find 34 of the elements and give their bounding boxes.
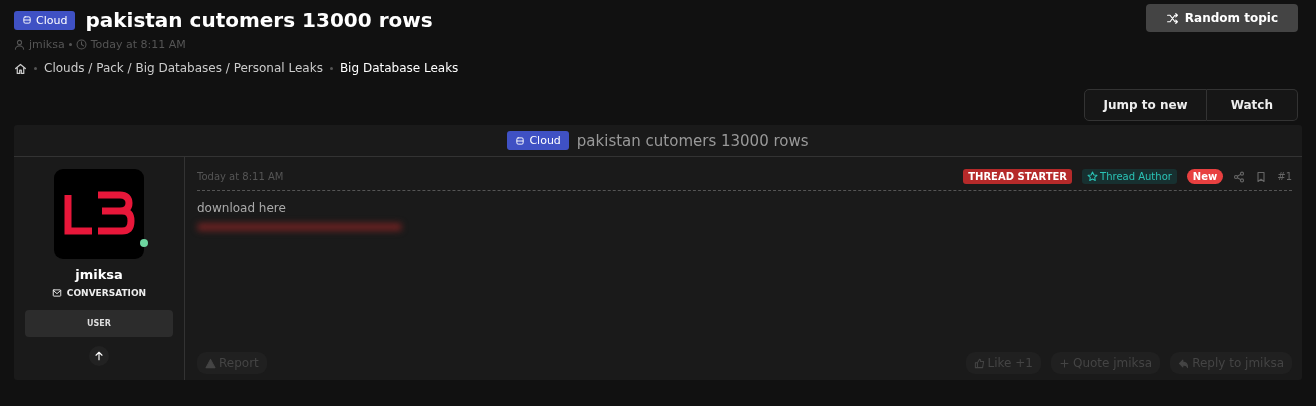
arrow-up-icon — [93, 350, 105, 362]
random-topic-button[interactable]: Random topic — [1145, 4, 1298, 32]
user-badge: THREAD STARTER — [963, 169, 1073, 184]
user-icon — [14, 39, 25, 50]
thread-title: pakistan cutomers 13000 rows — [576, 131, 809, 150]
post-text: download here — [197, 201, 287, 215]
clock-icon — [75, 39, 87, 50]
warning-icon — [205, 357, 216, 369]
scroll-up-button[interactable] — [89, 346, 109, 366]
mail-icon — [51, 288, 62, 298]
username[interactable]: jmiksa — [75, 267, 123, 282]
breadcrumb-link[interactable]: Big Database Leaks — [339, 61, 459, 75]
home-icon — [14, 61, 27, 75]
thumbs-up-icon — [973, 357, 985, 369]
thread-title: pakistan cutomers 13000 rows — [85, 8, 433, 32]
shuffle-icon — [1165, 11, 1179, 25]
share-icon — [1233, 170, 1246, 183]
user-badge: Thread Author — [1082, 169, 1177, 184]
bookmark-icon — [1255, 170, 1268, 183]
user-role-banner: USER — [25, 310, 173, 337]
prefix-tag[interactable]: Cloud — [14, 10, 76, 30]
thread-time: Today at 8:11 AM — [90, 38, 186, 51]
database-icon — [515, 135, 526, 146]
action-button[interactable]: Watch — [1206, 89, 1298, 121]
plus-icon — [1058, 357, 1070, 369]
user-badge: New — [1186, 169, 1224, 184]
star-icon — [1087, 171, 1099, 182]
post-time: Today at 8:11 AM — [197, 171, 284, 182]
reply-icon — [1178, 357, 1190, 369]
database-icon — [22, 15, 32, 25]
conversation-link[interactable]: CONVERSATION — [51, 288, 147, 298]
action-button[interactable]: Jump to new — [1084, 89, 1207, 121]
breadcrumb-link[interactable]: Clouds / Pack / Big Databases / Personal Leaks — [44, 61, 323, 75]
prefix-tag[interactable]: Cloud — [507, 131, 569, 150]
